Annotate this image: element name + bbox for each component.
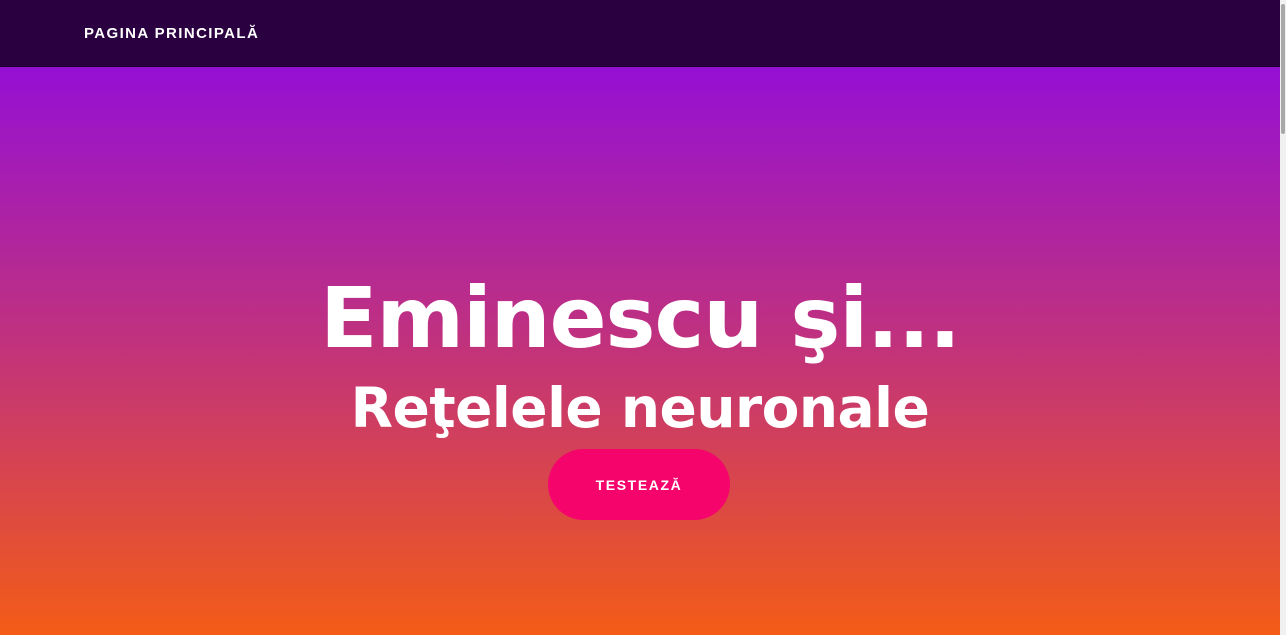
hero-subtitle: Reţelele neuronale — [350, 375, 930, 440]
nav-home-link[interactable]: PAGINA PRINCIPALĂ — [84, 24, 259, 44]
hero-title: Eminescu şi... — [320, 269, 961, 368]
vertical-scrollbar[interactable] — [1280, 0, 1286, 635]
scrollbar-thumb[interactable] — [1281, 4, 1285, 134]
top-navbar: PAGINA PRINCIPALĂ — [0, 0, 1280, 67]
page: PAGINA PRINCIPALĂ Eminescu şi... Reţelel… — [0, 0, 1286, 635]
test-button[interactable]: TESTEAZĂ — [548, 449, 730, 520]
hero-section: Eminescu şi... Reţelele neuronale TESTEA… — [0, 67, 1280, 635]
